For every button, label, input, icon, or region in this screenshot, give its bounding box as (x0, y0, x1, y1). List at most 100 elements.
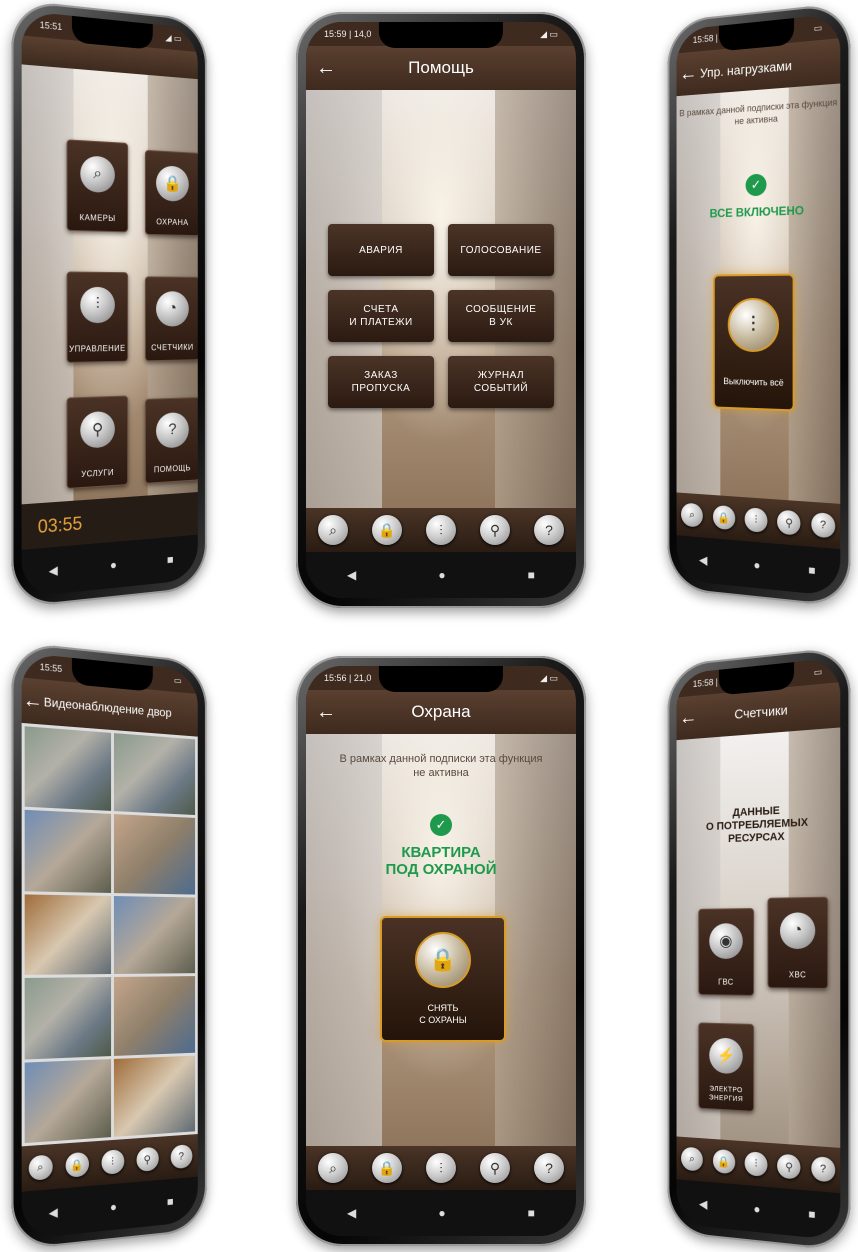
broom-icon[interactable]: ⚲ (136, 1147, 158, 1172)
camera-feed[interactable] (114, 1055, 195, 1137)
nav-back-icon[interactable]: ◀ (49, 563, 58, 578)
nav-recent-icon[interactable]: ■ (167, 552, 174, 566)
question-icon[interactable]: ? (534, 515, 564, 545)
button-voting[interactable]: ГОЛОСОВАНИЕ (448, 224, 554, 276)
camera-icon[interactable]: ⌕ (28, 1154, 52, 1181)
nav-recent-icon[interactable]: ■ (528, 1206, 535, 1220)
lock-icon[interactable]: 🔒 (372, 1153, 402, 1183)
lock-icon[interactable]: 🔒 (65, 1152, 88, 1178)
page-title: Помощь (346, 58, 576, 78)
sliders-icon[interactable]: ⫶ (101, 1149, 124, 1175)
tile-cameras[interactable]: ⌕ КАМЕРЫ (67, 139, 129, 232)
tile-services[interactable]: ⚲ УСЛУГИ (67, 395, 129, 489)
camera-feed[interactable] (114, 896, 195, 974)
page-title: Видеонаблюдение двор (44, 695, 198, 722)
button-disarm[interactable]: 🔒 СНЯТЬ С ОХРАНЫ (380, 916, 506, 1042)
status-time: 15:51 (40, 20, 62, 32)
question-icon[interactable]: ? (534, 1153, 564, 1183)
camera-icon[interactable]: ⌕ (681, 1147, 703, 1172)
nav-back-icon[interactable]: ◀ (49, 1205, 58, 1220)
sliders-icon: ⫶ (728, 298, 779, 352)
camera-feed[interactable] (114, 814, 195, 894)
question-icon[interactable]: ? (811, 512, 835, 538)
sliders-icon[interactable]: ⫶ (426, 1153, 456, 1183)
button-emergency[interactable]: АВАРИЯ (328, 224, 434, 276)
signal-icon: ▭ (174, 675, 182, 686)
nav-recent-icon[interactable]: ■ (528, 568, 535, 582)
notch (379, 666, 503, 692)
lock-icon[interactable]: 🔒 (372, 515, 402, 545)
nav-home-icon[interactable]: ● (753, 1202, 760, 1217)
nav-home-icon[interactable]: ● (438, 1206, 445, 1220)
nav-home-icon[interactable]: ● (110, 558, 117, 573)
system-navbar: ◀ ● ■ (306, 1190, 576, 1236)
camera-icon[interactable]: ⌕ (318, 1153, 348, 1183)
back-arrow-icon[interactable]: ← (22, 688, 44, 714)
tile-label: УПРАВЛЕНИЕ (68, 344, 128, 354)
sliders-icon[interactable]: ⫶ (745, 1151, 768, 1177)
camera-feed[interactable] (25, 1059, 111, 1143)
back-arrow-icon[interactable]: ← (306, 57, 346, 80)
camera-icon: ⌕ (80, 155, 115, 193)
signal-icon: ▭ (814, 22, 822, 34)
camera-icon[interactable]: ⌕ (318, 515, 348, 545)
button-pass-order[interactable]: ЗАКАЗ ПРОПУСКА (328, 356, 434, 408)
nav-back-icon[interactable]: ◀ (347, 568, 356, 582)
tile-hot-water[interactable]: ◉ ГВС (698, 908, 754, 996)
broom-icon[interactable]: ⚲ (480, 1153, 510, 1183)
nav-recent-icon[interactable]: ■ (808, 563, 815, 578)
nav-back-icon[interactable]: ◀ (347, 1206, 356, 1220)
camera-feed[interactable] (25, 726, 111, 811)
question-icon[interactable]: ? (170, 1144, 192, 1169)
broom-icon: ⚲ (80, 411, 115, 449)
broom-icon[interactable]: ⚲ (777, 510, 800, 536)
button-bills[interactable]: СЧЕТА И ПЛАТЕЖИ (328, 290, 434, 342)
meter-icon: ◉ (709, 923, 742, 959)
camera-feed[interactable] (25, 977, 111, 1059)
tile-electricity[interactable]: ⚡ ЭЛЕКТРО ЭНЕРГИЯ (698, 1022, 754, 1111)
nav-home-icon[interactable]: ● (110, 1200, 117, 1215)
nav-back-icon[interactable]: ◀ (699, 553, 707, 568)
broom-icon[interactable]: ⚲ (777, 1154, 800, 1180)
tile-cold-water[interactable]: ◔ ХВС (767, 897, 828, 989)
tile-help[interactable]: ? ПОМОЩЬ (145, 397, 198, 484)
camera-feed[interactable] (114, 733, 195, 815)
nav-recent-icon[interactable]: ■ (167, 1194, 174, 1208)
status-text: КВАРТИРА ПОД ОХРАНОЙ (306, 844, 576, 878)
signal-icon: ◢ ▭ (540, 673, 558, 684)
back-arrow-icon[interactable]: ← (677, 706, 701, 730)
button-switch-off-all[interactable]: ⫶ Выключить всё (713, 274, 795, 412)
camera-icon[interactable]: ⌕ (681, 503, 703, 528)
nav-home-icon[interactable]: ● (753, 558, 760, 573)
camera-feed[interactable] (25, 810, 111, 893)
screen-meters: 15:58 | 0,9 ▭ ← Счетчики ДАННЫЕ О ПОТРЕБ… (677, 657, 841, 1240)
back-arrow-icon[interactable]: ← (306, 701, 346, 724)
tile-label: ГВС (699, 977, 753, 987)
camera-feed[interactable] (25, 894, 111, 975)
nav-home-icon[interactable]: ● (438, 568, 445, 582)
gauge-icon: ◔ (780, 912, 815, 949)
status-time: 15:55 (40, 662, 62, 674)
lock-icon[interactable]: 🔒 (713, 1149, 735, 1174)
tile-control[interactable]: ⫶ УПРАВЛЕНИЕ (67, 271, 129, 362)
lock-icon: 🔒 (415, 932, 471, 988)
question-icon[interactable]: ? (811, 1156, 835, 1182)
camera-grid (22, 723, 198, 1146)
check-icon: ✓ (430, 814, 452, 836)
sliders-icon[interactable]: ⫶ (426, 515, 456, 545)
button-message[interactable]: СООБЩЕНИЕ В УК (448, 290, 554, 342)
status-time: 15:59 | 14,0 (324, 29, 371, 39)
camera-feed[interactable] (114, 976, 195, 1055)
screen-load-control: 15:58 | 2,1 ▭ ← Упр. нагрузками В рамках… (677, 13, 841, 596)
broom-icon[interactable]: ⚲ (480, 515, 510, 545)
sliders-icon[interactable]: ⫶ (745, 507, 768, 533)
tile-meters[interactable]: ◔ СЧЕТЧИКИ (145, 276, 198, 361)
tab-bar: ⌕ 🔒 ⫶ ⚲ ? (306, 1146, 576, 1190)
lock-icon[interactable]: 🔒 (713, 505, 735, 530)
button-event-log[interactable]: ЖУРНАЛ СОБЫТИЙ (448, 356, 554, 408)
tile-security[interactable]: 🔒 ОХРАНА (145, 150, 198, 236)
nav-recent-icon[interactable]: ■ (808, 1207, 815, 1222)
back-arrow-icon[interactable]: ← (677, 62, 701, 86)
nav-back-icon[interactable]: ◀ (699, 1197, 707, 1212)
tile-label: ОХРАНА (146, 217, 198, 227)
